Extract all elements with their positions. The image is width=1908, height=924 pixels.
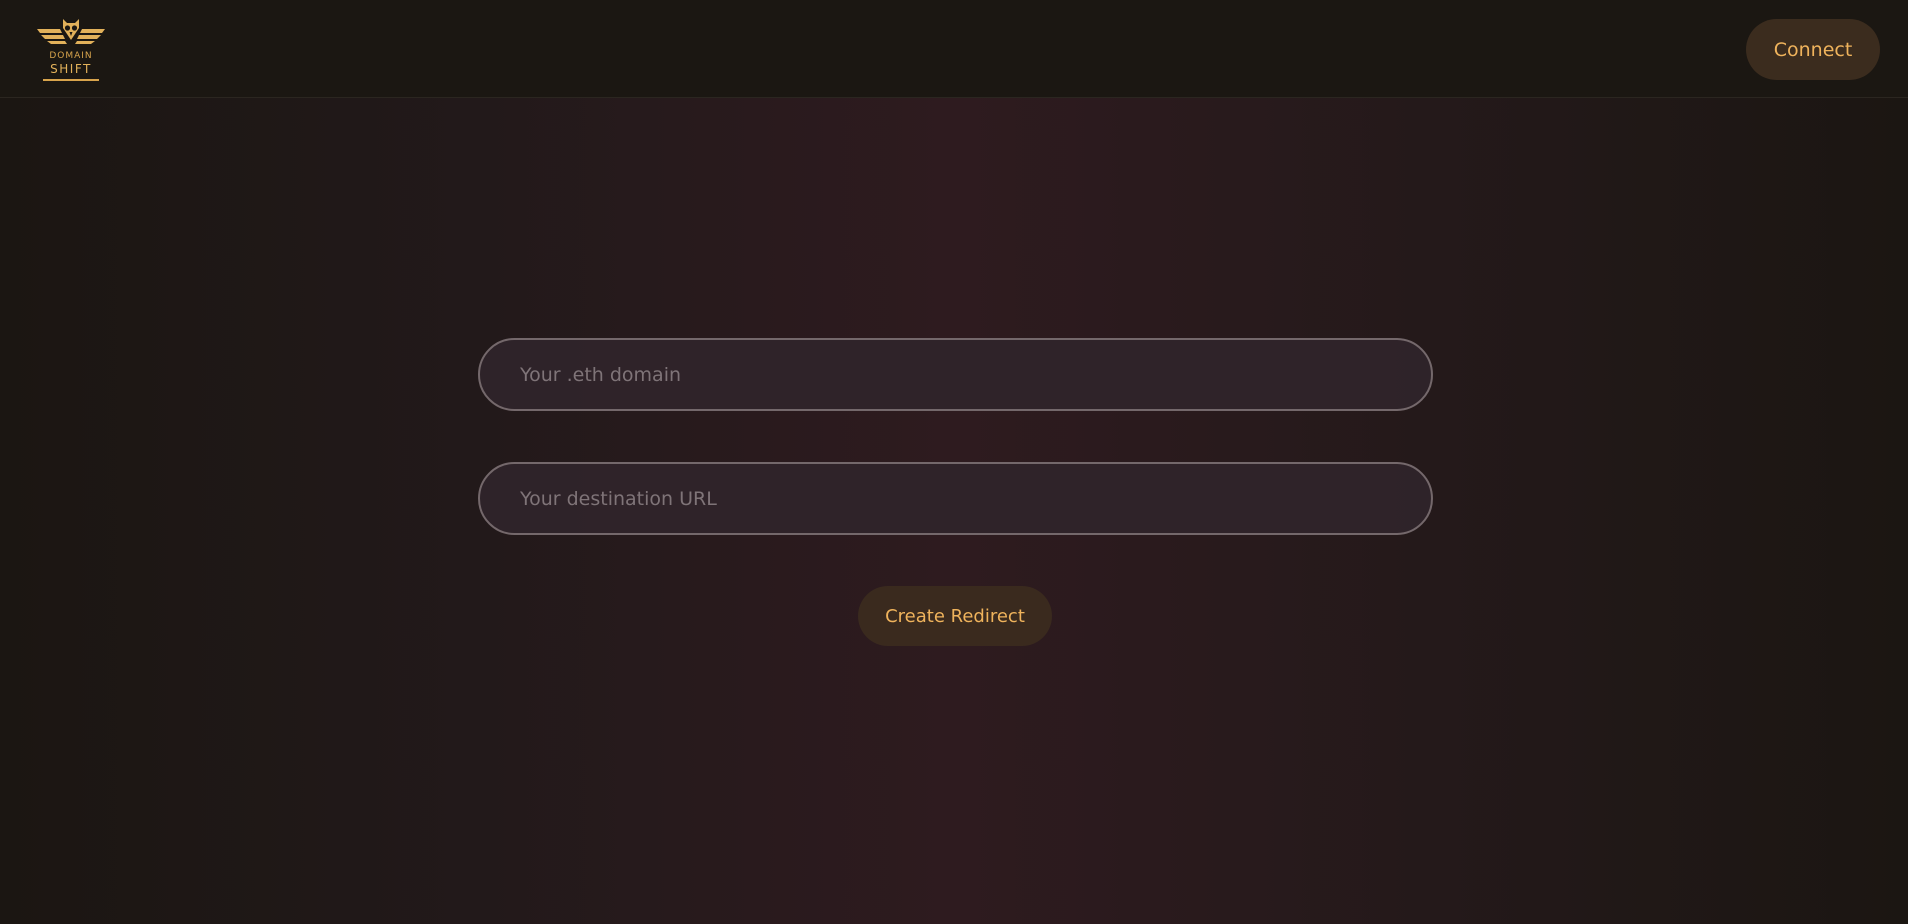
top-navbar: DOMAIN SHIFT Connect <box>0 0 1908 98</box>
logo-text-shift: SHIFT <box>50 62 92 76</box>
eth-domain-input[interactable] <box>478 338 1433 411</box>
owl-wings-icon <box>37 19 105 44</box>
domain-shift-logo[interactable]: DOMAIN SHIFT <box>36 16 106 82</box>
create-redirect-button[interactable]: Create Redirect <box>858 586 1052 646</box>
connect-button[interactable]: Connect <box>1746 19 1880 80</box>
destination-url-input[interactable] <box>478 462 1433 535</box>
logo-text-domain: DOMAIN <box>49 51 93 61</box>
logo-underline <box>43 79 99 81</box>
